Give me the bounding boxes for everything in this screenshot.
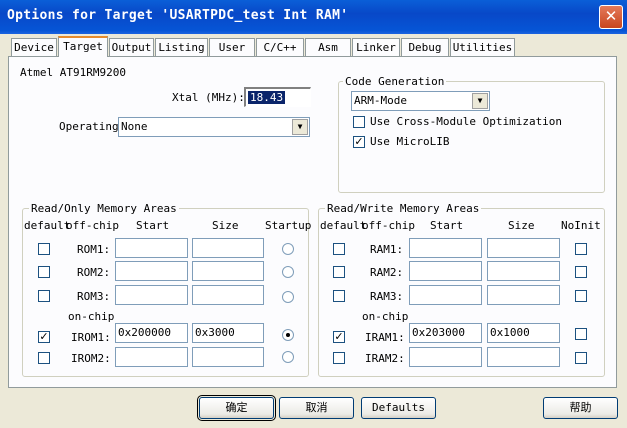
rw-header-noinit: NoInit (561, 219, 601, 232)
ram3-default-checkbox[interactable] (333, 290, 345, 302)
ro-header-default: default (24, 219, 71, 232)
ram2-start-input[interactable] (409, 261, 482, 281)
ro-onchip-label: on-chip (68, 310, 115, 323)
tab-utilities[interactable]: Utilities (450, 38, 515, 56)
tab-device[interactable]: Device (11, 38, 57, 56)
iram1-noinit-checkbox[interactable] (575, 328, 587, 340)
iram1-label: IRAM1: (365, 331, 405, 344)
rom3-label: ROM3: (77, 290, 111, 303)
ok-button[interactable]: 确定 (197, 395, 276, 421)
ram1-start-input[interactable] (409, 238, 482, 258)
code-generation-title: Code Generation (343, 75, 447, 88)
iram1-default-checkbox[interactable]: ✓ (333, 331, 345, 343)
iram1-start-input[interactable]: 0x203000 (409, 323, 482, 343)
irom1-start-input[interactable]: 0x200000 (115, 323, 188, 343)
code-mode-select[interactable]: ARM-Mode ▼ (351, 91, 490, 111)
ro-memory-title: Read/Only Memory Areas (29, 202, 179, 215)
irom2-startup-radio[interactable] (282, 351, 294, 363)
irom2-start-input[interactable] (115, 347, 188, 367)
tab-listing[interactable]: Listing (155, 38, 208, 56)
ram3-noinit-checkbox[interactable] (575, 290, 587, 302)
rw-header-start: Start (430, 219, 464, 232)
cancel-button[interactable]: 取消 (279, 397, 354, 419)
rw-header-offchip: off-chip (362, 219, 415, 232)
irom2-size-input[interactable] (192, 347, 264, 367)
ram3-size-input[interactable] (487, 285, 560, 305)
rom3-start-input[interactable] (115, 285, 188, 305)
iram2-start-input[interactable] (409, 347, 482, 367)
iram2-default-checkbox[interactable] (333, 352, 345, 364)
rom3-startup-radio[interactable] (282, 291, 294, 303)
microlib-checkbox[interactable]: ✓ (353, 136, 365, 148)
rom1-startup-radio[interactable] (282, 243, 294, 255)
rom2-startup-radio[interactable] (282, 266, 294, 278)
rom1-label: ROM1: (77, 243, 111, 256)
iram2-noinit-checkbox[interactable] (575, 352, 587, 364)
irom1-default-checkbox[interactable]: ✓ (38, 331, 50, 343)
ram2-label: RAM2: (370, 266, 404, 279)
rw-onchip-label: on-chip (362, 310, 409, 323)
tab-target[interactable]: Target (58, 36, 108, 57)
window-title: Options for Target 'USARTPDC_test Int RA… (7, 8, 349, 23)
ram1-default-checkbox[interactable] (333, 243, 345, 255)
ram1-noinit-checkbox[interactable] (575, 243, 587, 255)
iram2-label: IRAM2: (365, 352, 405, 365)
ram3-start-input[interactable] (409, 285, 482, 305)
tab-asm[interactable]: Asm (305, 38, 351, 56)
rw-memory-title: Read/Write Memory Areas (325, 202, 482, 215)
ram2-default-checkbox[interactable] (333, 266, 345, 278)
close-button[interactable]: ✕ (599, 5, 623, 29)
chevron-down-icon: ▼ (292, 119, 308, 135)
ram1-label: RAM1: (370, 243, 404, 256)
rom1-size-input[interactable] (192, 238, 264, 258)
chevron-down-icon: ▼ (472, 93, 488, 109)
tab-cc[interactable]: C/C++ (256, 38, 304, 56)
irom1-label: IROM1: (71, 331, 111, 344)
tab-user[interactable]: User (209, 38, 255, 56)
irom1-startup-radio[interactable] (282, 329, 294, 341)
rw-header-default: default (320, 219, 367, 232)
cross-module-label: Use Cross-Module Optimization (370, 115, 563, 128)
ram2-noinit-checkbox[interactable] (575, 266, 587, 278)
tab-debug[interactable]: Debug (401, 38, 449, 56)
rom2-label: ROM2: (77, 266, 111, 279)
rom3-size-input[interactable] (192, 285, 264, 305)
irom2-default-checkbox[interactable] (38, 352, 50, 364)
rom1-start-input[interactable] (115, 238, 188, 258)
operating-label: Operating (59, 120, 119, 133)
tab-output[interactable]: Output (109, 38, 154, 56)
help-button[interactable]: 帮助 (543, 397, 618, 419)
rom3-default-checkbox[interactable] (38, 290, 50, 302)
xtal-label: Xtal (MHz): (172, 91, 245, 104)
ro-header-size: Size (212, 219, 239, 232)
microlib-label: Use MicroLIB (370, 135, 450, 148)
irom2-label: IROM2: (71, 352, 111, 365)
rw-header-size: Size (508, 219, 535, 232)
ram1-size-input[interactable] (487, 238, 560, 258)
rom2-start-input[interactable] (115, 261, 188, 281)
operating-select[interactable]: None ▼ (118, 117, 310, 137)
ram2-size-input[interactable] (487, 261, 560, 281)
rom2-default-checkbox[interactable] (38, 266, 50, 278)
device-name: Atmel AT91RM9200 (20, 66, 126, 79)
iram1-size-input[interactable]: 0x1000 (487, 323, 560, 343)
close-icon: ✕ (604, 7, 618, 25)
defaults-button[interactable]: Defaults (361, 397, 436, 419)
ram3-label: RAM3: (370, 290, 404, 303)
ro-header-start: Start (136, 219, 170, 232)
rom1-default-checkbox[interactable] (38, 243, 50, 255)
iram2-size-input[interactable] (487, 347, 560, 367)
xtal-input[interactable]: 18.43 (244, 87, 311, 107)
ro-header-offchip: off-chip (66, 219, 119, 232)
rom2-size-input[interactable] (192, 261, 264, 281)
cross-module-checkbox[interactable] (353, 116, 365, 128)
tab-linker[interactable]: Linker (352, 38, 400, 56)
irom1-size-input[interactable]: 0x3000 (192, 323, 264, 343)
ro-header-startup: Startup (265, 219, 312, 232)
